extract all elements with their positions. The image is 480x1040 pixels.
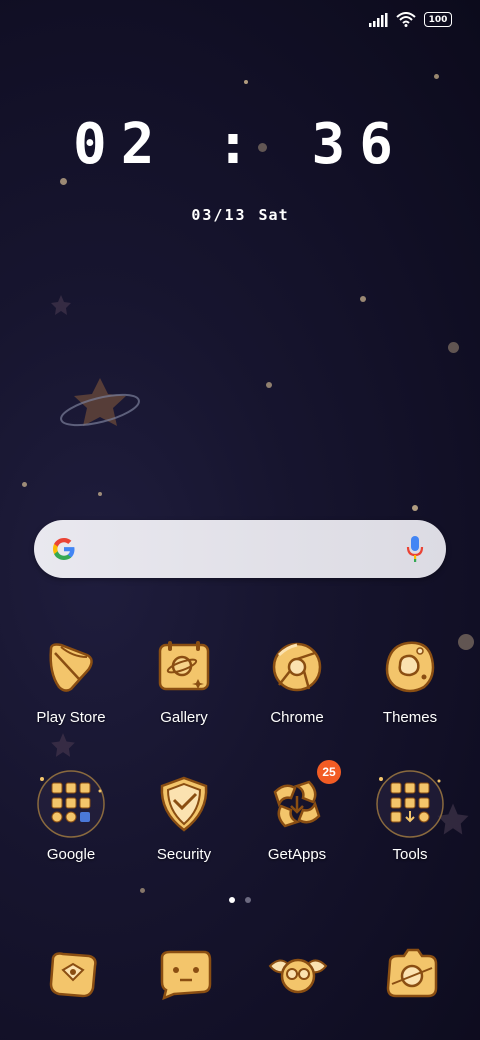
app-label: Play Store bbox=[36, 709, 106, 726]
microphone-icon[interactable] bbox=[406, 535, 424, 563]
dock-phone[interactable] bbox=[41, 944, 105, 1009]
getapps-icon bbox=[273, 780, 321, 828]
bg-star bbox=[266, 382, 272, 388]
camera-dock-icon bbox=[386, 948, 438, 998]
bg-star bbox=[98, 492, 102, 496]
google-search-bar[interactable] bbox=[34, 520, 446, 578]
weekday-text: Sat bbox=[258, 206, 289, 224]
themes-icon bbox=[385, 641, 435, 693]
app-getapps[interactable]: 25 GetApps bbox=[241, 760, 353, 863]
status-bar: 100 bbox=[0, 0, 480, 40]
bg-star bbox=[434, 74, 439, 79]
signal-bars-icon bbox=[369, 12, 388, 27]
app-folder-tools[interactable]: Tools bbox=[354, 770, 466, 863]
bg-star bbox=[22, 482, 27, 487]
small-star-decoration bbox=[51, 733, 75, 757]
google-g-icon bbox=[53, 538, 75, 560]
bg-star bbox=[244, 80, 248, 84]
bg-star bbox=[140, 888, 145, 893]
page-dot[interactable] bbox=[245, 897, 251, 903]
bg-star bbox=[60, 178, 67, 185]
app-themes[interactable]: Themes bbox=[354, 635, 466, 726]
tools-folder-icon bbox=[376, 770, 444, 838]
app-chrome[interactable]: Chrome bbox=[241, 635, 353, 726]
battery-indicator: 100 bbox=[424, 12, 452, 27]
messages-dock-icon bbox=[160, 950, 212, 1001]
notification-badge: 25 bbox=[317, 760, 341, 784]
app-folder-google[interactable]: Google bbox=[15, 770, 127, 863]
security-icon bbox=[160, 776, 208, 832]
small-star-decoration bbox=[51, 295, 71, 315]
chrome-icon bbox=[272, 642, 322, 692]
dock-camera[interactable] bbox=[380, 944, 444, 1009]
app-security[interactable]: Security bbox=[128, 772, 240, 863]
app-play-store[interactable]: Play Store bbox=[15, 635, 127, 726]
page-indicator[interactable] bbox=[0, 897, 480, 903]
app-label: Tools bbox=[392, 846, 428, 863]
wifi-icon bbox=[396, 12, 416, 27]
google-folder-icon bbox=[37, 770, 105, 838]
planet-decoration bbox=[60, 378, 140, 427]
date-text: 03/13 bbox=[191, 206, 247, 224]
clock-time[interactable]: 02 : 36 bbox=[0, 112, 480, 177]
clock-date[interactable]: 03/13 Sat bbox=[0, 206, 480, 224]
bg-star bbox=[360, 296, 366, 302]
gallery-icon bbox=[158, 641, 210, 691]
battery-level: 100 bbox=[428, 14, 448, 25]
app-label: Themes bbox=[382, 709, 438, 726]
page-dot-active[interactable] bbox=[229, 897, 235, 903]
dock-browser[interactable] bbox=[266, 944, 330, 1009]
app-label: Google bbox=[46, 846, 96, 863]
app-gallery[interactable]: Gallery bbox=[128, 635, 240, 726]
bg-star bbox=[412, 505, 418, 511]
phone-dock-icon bbox=[49, 952, 97, 998]
app-label: Gallery bbox=[160, 709, 208, 726]
app-label: GetApps bbox=[267, 846, 327, 863]
play-store-icon bbox=[49, 643, 93, 692]
dock-messages[interactable] bbox=[154, 944, 218, 1009]
app-label: Chrome bbox=[270, 709, 324, 726]
app-label: Security bbox=[156, 846, 212, 863]
bg-star bbox=[448, 342, 459, 353]
status-icons: 100 bbox=[368, 12, 452, 27]
browser-dock-icon bbox=[268, 958, 328, 994]
